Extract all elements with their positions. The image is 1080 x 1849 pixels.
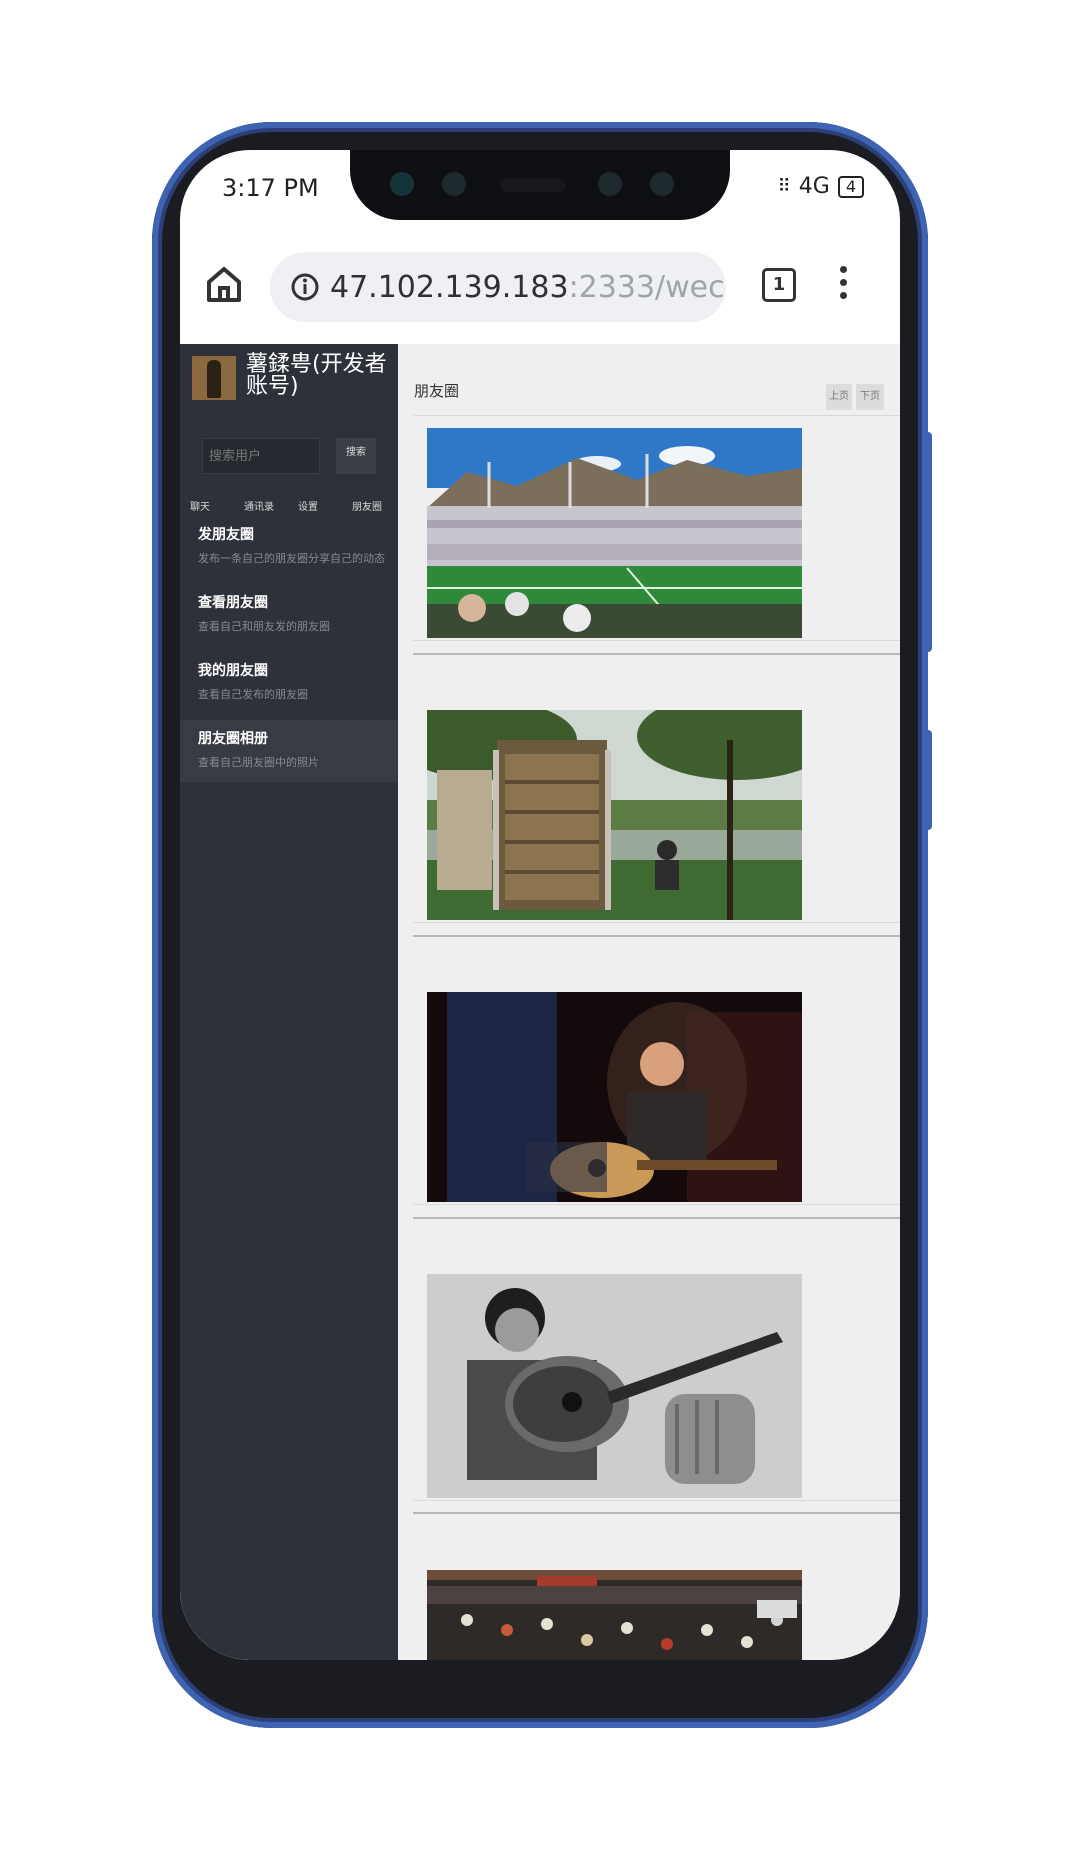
- menu-item-my-moments[interactable]: 我的朋友圈 查看自己发布的朋友圈: [180, 652, 398, 714]
- divider: [413, 653, 900, 655]
- url-host: 47.102.139.183: [330, 269, 569, 305]
- tab-chat[interactable]: 聊天: [190, 498, 210, 513]
- sidebar: 薯鍒甹(开发者账号) 搜索 聊天 通讯录 设置 朋友圈 发朋友圈 发布一条自己的…: [180, 344, 398, 1660]
- status-time: 3:17 PM: [222, 174, 319, 202]
- divider: [414, 415, 900, 416]
- overflow-menu-icon[interactable]: [838, 266, 848, 306]
- phone-side-button: [924, 432, 932, 652]
- menu-item-title: 发朋友圈: [198, 527, 254, 543]
- menu-item-post-moment[interactable]: 发朋友圈 发布一条自己的朋友圈分享自己的动态: [180, 516, 398, 578]
- menu-item-title: 查看朋友圈: [198, 595, 268, 611]
- status-indicators: ⠿ 4G 4: [778, 174, 864, 199]
- address-bar[interactable]: 47.102.139.183:2333/wech: [270, 252, 726, 322]
- album-photo[interactable]: [427, 710, 802, 920]
- phone-screen: 3:17 PM ⠿ 4G 4 47.102.139.183:2333/wech …: [180, 150, 900, 1660]
- divider: [413, 922, 900, 923]
- divider: [413, 935, 900, 937]
- main-panel: 朋友圈 上页 下页: [398, 344, 900, 1660]
- tab-settings[interactable]: 设置: [298, 498, 318, 513]
- divider: [413, 640, 900, 641]
- menu-item-view-moments[interactable]: 查看朋友圈 查看自己和朋友发的朋友圈: [180, 584, 398, 646]
- network-label: 4G: [798, 174, 830, 199]
- divider: [413, 1500, 900, 1501]
- url-text[interactable]: 47.102.139.183:2333/wech: [330, 270, 726, 305]
- divider: [413, 1204, 900, 1205]
- camera-icon: [442, 172, 466, 196]
- web-content: 薯鍒甹(开发者账号) 搜索 聊天 通讯录 设置 朋友圈 发朋友圈 发布一条自己的…: [180, 344, 900, 1660]
- menu-item-desc: 查看自己发布的朋友圈: [198, 688, 308, 701]
- notch: [350, 150, 730, 220]
- album-photo-card: [413, 428, 900, 655]
- album-photo-card: [413, 1570, 900, 1660]
- search-button[interactable]: 搜索: [336, 438, 376, 474]
- album-photo-card: [413, 992, 900, 1219]
- speaker-icon: [500, 178, 566, 192]
- album-photo[interactable]: [427, 992, 802, 1202]
- info-icon[interactable]: [290, 272, 320, 302]
- menu-item-title: 朋友圈相册: [198, 731, 268, 747]
- page-title: 朋友圈: [414, 382, 460, 400]
- divider: [413, 1217, 900, 1219]
- tab-contacts[interactable]: 通讯录: [244, 498, 274, 513]
- camera-icon: [650, 172, 674, 196]
- avatar-figure: [207, 360, 221, 398]
- album-photo[interactable]: [427, 428, 802, 638]
- home-icon[interactable]: [204, 264, 244, 304]
- tab-moments[interactable]: 朋友圈: [352, 498, 382, 513]
- sensor-icon: [598, 172, 622, 196]
- menu-item-desc: 查看自己和朋友发的朋友圈: [198, 620, 330, 633]
- avatar[interactable]: [192, 356, 236, 400]
- album-photo[interactable]: [427, 1570, 802, 1660]
- divider: [413, 1512, 900, 1514]
- nav-tabs: 聊天 通讯录 设置 朋友圈: [180, 494, 398, 516]
- url-path: :2333/wech: [568, 269, 726, 305]
- camera-icon: [390, 172, 414, 196]
- album-photo[interactable]: [427, 1274, 802, 1498]
- battery-icon: 4: [837, 175, 864, 198]
- username: 薯鍒甹(开发者账号): [246, 352, 387, 399]
- album-photo-card: [413, 710, 900, 937]
- album-photo-card: [413, 1274, 900, 1514]
- browser-toolbar: 47.102.139.183:2333/wech 1: [180, 226, 900, 345]
- menu-item-desc: 发布一条自己的朋友圈分享自己的动态: [198, 552, 385, 565]
- tab-switcher-button[interactable]: 1: [762, 268, 796, 302]
- signal-icon: ⠿: [777, 176, 791, 197]
- search-input[interactable]: [202, 438, 320, 474]
- next-page-button[interactable]: 下页: [856, 384, 884, 410]
- prev-page-button[interactable]: 上页: [826, 384, 852, 410]
- menu-item-desc: 查看自己朋友圈中的照片: [198, 756, 319, 769]
- menu-item-moments-album[interactable]: 朋友圈相册 查看自己朋友圈中的照片: [180, 720, 398, 782]
- phone-side-button: [924, 730, 932, 830]
- menu-item-title: 我的朋友圈: [198, 663, 268, 679]
